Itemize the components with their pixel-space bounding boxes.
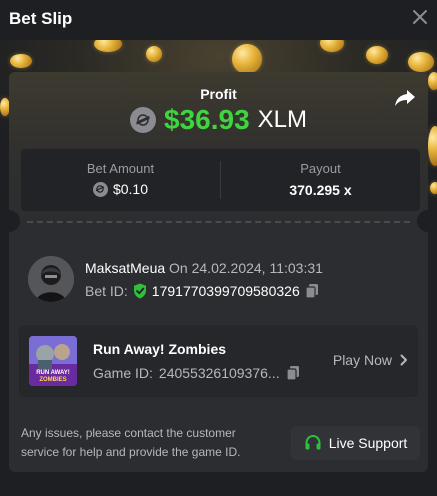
ticket-divider — [27, 221, 410, 223]
coin-decoration — [430, 182, 437, 194]
play-now-button[interactable]: Play Now — [333, 352, 408, 368]
svg-text:ZOMBIES: ZOMBIES — [39, 377, 66, 383]
chevron-right-icon — [400, 354, 407, 366]
coin-decoration — [428, 126, 437, 166]
headset-icon — [305, 434, 321, 450]
bet-id-value: 1791770399709580326 — [151, 283, 300, 299]
bet-id-row: Bet ID: 1791770399709580326 — [85, 283, 319, 299]
bet-amount-label: Bet Amount — [86, 161, 155, 176]
username: MaksatMeua — [85, 260, 166, 276]
header: Bet Slip — [0, 0, 437, 40]
game-info: RUN AWAY! ZOMBIES Run Away! Zombies Game… — [19, 325, 418, 397]
profit-label: Profit — [200, 86, 237, 102]
coin-decoration — [232, 44, 262, 74]
share-icon[interactable] — [394, 88, 416, 108]
support-note: Any issues, please contact the customer … — [21, 426, 241, 459]
user-line: MaksatMeua On 24.02.2024, 11:03:31 — [85, 260, 323, 276]
bet-stats: Bet Amount $0.10 Payout 370.295 x — [21, 149, 420, 211]
coin-decoration — [428, 72, 437, 90]
bet-date: On 24.02.2024, 11:03:31 — [169, 260, 323, 276]
bet-slip-card: Profit $36.93 XLM Bet Amount $0.10 Payou… — [9, 72, 428, 472]
coin-decoration — [408, 52, 434, 72]
user-info: MaksatMeua On 24.02.2024, 11:03:31 Bet I… — [28, 256, 408, 312]
bet-amount-stat: Bet Amount $0.10 — [21, 149, 220, 211]
payout-stat: Payout 370.295 x — [221, 149, 420, 211]
profit-currency: XLM — [257, 106, 307, 133]
close-icon[interactable] — [411, 8, 429, 26]
stellar-xlm-icon — [92, 181, 108, 197]
bet-amount-value: $0.10 — [112, 181, 149, 197]
bet-amount-row: $0.10 — [21, 181, 220, 197]
play-now-label: Play Now — [332, 352, 392, 368]
coin-decoration — [94, 40, 122, 52]
svg-text:RUN AWAY!: RUN AWAY! — [36, 370, 70, 376]
coin-decoration — [366, 46, 388, 64]
copy-icon[interactable] — [305, 283, 319, 299]
game-id-label: Game ID: — [93, 365, 153, 381]
game-id-value: 24055326109376... — [158, 365, 280, 381]
live-support-label: Live Support — [328, 435, 408, 451]
shield-check-icon — [133, 283, 146, 299]
coin-decoration — [10, 54, 32, 68]
page-title: Bet Slip — [9, 9, 73, 28]
coin-decoration — [320, 40, 344, 52]
live-support-button[interactable]: Live Support — [291, 426, 420, 460]
payout-value: 370.295 x — [289, 182, 352, 198]
game-thumbnail[interactable]: RUN AWAY! ZOMBIES — [29, 336, 77, 386]
bet-id-label: Bet ID: — [85, 283, 128, 299]
copy-icon[interactable] — [285, 365, 300, 381]
profit-value: $36.93 — [164, 104, 250, 135]
payout-label: Payout — [300, 161, 341, 176]
profit-row: $36.93 XLM — [9, 104, 428, 136]
coin-decoration — [146, 46, 162, 62]
avatar[interactable] — [28, 256, 74, 302]
stellar-xlm-icon — [130, 107, 156, 133]
game-id-row: Game ID: 24055326109376... — [93, 365, 300, 381]
game-name: Run Away! Zombies — [93, 341, 227, 357]
